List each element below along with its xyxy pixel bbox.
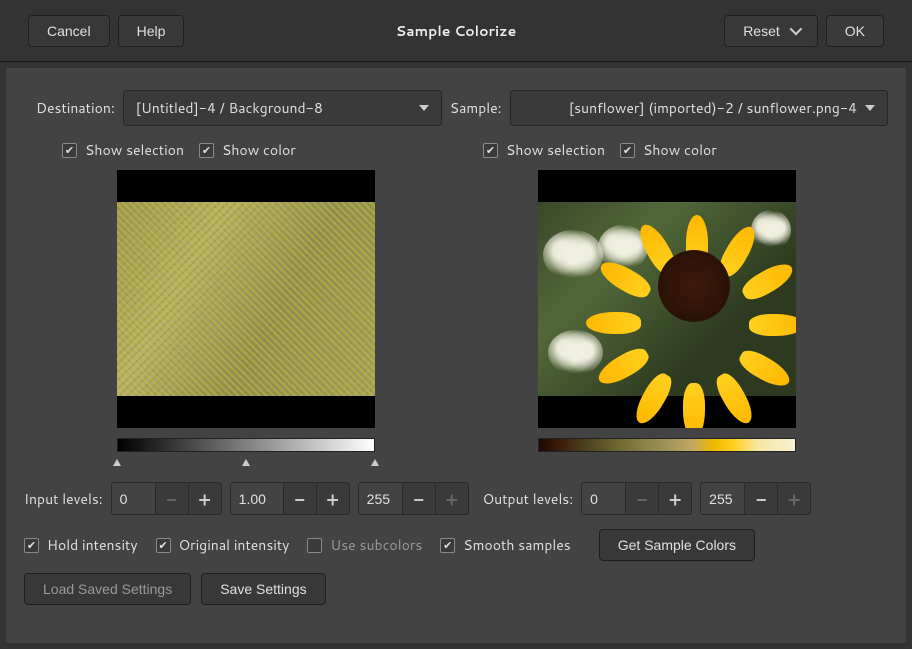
- input-high-minus[interactable]: −: [403, 482, 436, 515]
- use-subcolors-check[interactable]: Use subcolors: [307, 535, 422, 555]
- get-sample-colors-button[interactable]: Get Sample Colors: [599, 529, 755, 561]
- input-levels-label: Input levels:: [24, 489, 103, 509]
- save-settings-button[interactable]: Save Settings: [201, 573, 325, 605]
- triangle-down-icon: [865, 105, 875, 111]
- input-low-plus[interactable]: +: [189, 482, 222, 515]
- hold-intensity-check[interactable]: Hold intensity: [24, 535, 138, 555]
- output-high-minus[interactable]: −: [745, 482, 778, 515]
- output-low-field[interactable]: [581, 482, 626, 515]
- dialog-title: Sample Colorize: [396, 21, 516, 41]
- smooth-samples-check[interactable]: Smooth samples: [440, 535, 570, 555]
- reset-button[interactable]: Reset: [724, 15, 818, 47]
- help-button[interactable]: Help: [118, 15, 185, 47]
- input-gamma-plus[interactable]: +: [317, 482, 350, 515]
- destination-column: Show selection Show color: [42, 140, 449, 466]
- input-gamma-minus[interactable]: −: [284, 482, 317, 515]
- ok-button[interactable]: OK: [826, 15, 884, 47]
- content-area: Destination: [Untitled]-4 / Background-8…: [6, 68, 906, 643]
- input-gamma-field[interactable]: [230, 482, 284, 515]
- triangle-down-icon: [419, 105, 429, 111]
- sample-gradient[interactable]: [538, 438, 796, 452]
- destination-preview: [117, 170, 375, 428]
- chevron-down-icon: [789, 23, 802, 36]
- load-saved-settings-button[interactable]: Load Saved Settings: [24, 573, 191, 605]
- input-low-minus[interactable]: −: [156, 482, 189, 515]
- dest-show-selection-check[interactable]: Show selection: [62, 140, 184, 160]
- input-level-slider[interactable]: [117, 456, 375, 466]
- input-high-field[interactable]: [358, 482, 403, 515]
- output-level-slider[interactable]: [538, 456, 796, 466]
- output-low-minus[interactable]: −: [626, 482, 659, 515]
- sample-label: Sample:: [450, 98, 502, 118]
- titlebar: Cancel Help Sample Colorize Reset OK: [0, 0, 912, 62]
- original-intensity-check[interactable]: Original intensity: [156, 535, 290, 555]
- sample-show-color-check[interactable]: Show color: [620, 140, 717, 160]
- cancel-button[interactable]: Cancel: [28, 15, 110, 47]
- sample-show-selection-check[interactable]: Show selection: [483, 140, 605, 160]
- output-high-plus[interactable]: +: [778, 482, 811, 515]
- output-high-field[interactable]: [700, 482, 745, 515]
- output-low-plus[interactable]: +: [659, 482, 692, 515]
- input-gradient[interactable]: [117, 438, 375, 452]
- output-levels-label: Output levels:: [483, 489, 574, 509]
- input-high-plus[interactable]: +: [436, 482, 469, 515]
- sample-select[interactable]: [sunflower] (imported)-2 / sunflower.png…: [510, 90, 888, 126]
- sample-preview: [538, 170, 796, 428]
- sample-column: Show selection Show color: [463, 140, 870, 466]
- input-low-field[interactable]: [111, 482, 156, 515]
- dest-show-color-check[interactable]: Show color: [199, 140, 296, 160]
- sample-colorize-dialog: Cancel Help Sample Colorize Reset OK Des…: [0, 0, 912, 649]
- destination-label: Destination:: [36, 98, 115, 118]
- destination-select[interactable]: [Untitled]-4 / Background-8: [123, 90, 442, 126]
